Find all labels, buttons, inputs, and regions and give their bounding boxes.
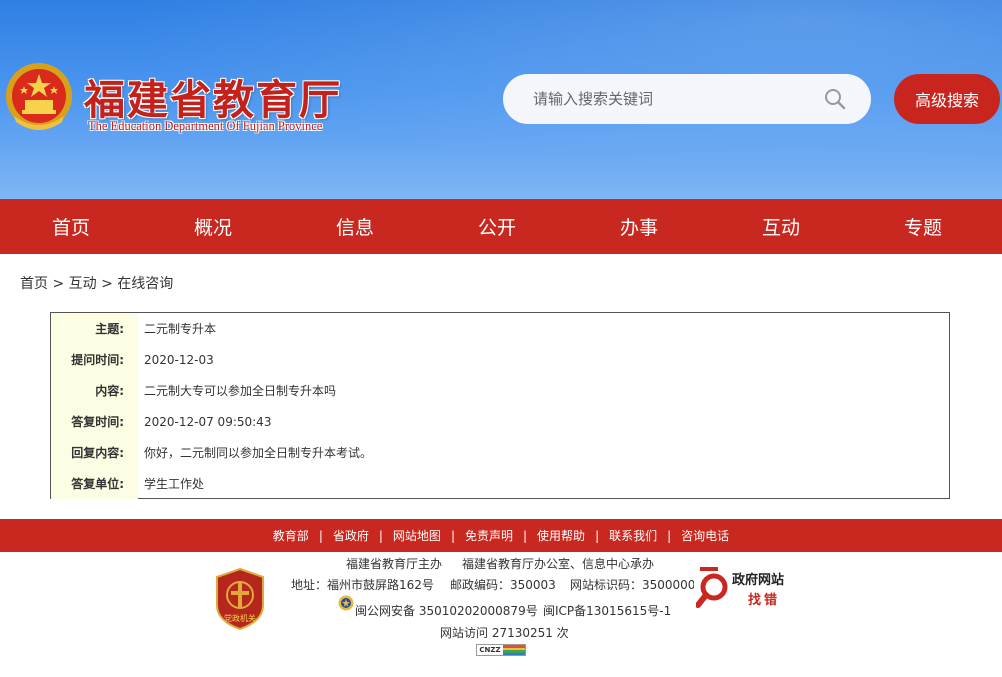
footer-postcode: 邮政编码：350003 <box>450 578 556 592</box>
row-label: 答复单位: <box>51 468 138 499</box>
row-value: 二元制大专可以参加全日制专升本吗 <box>144 384 337 398</box>
footer-sponsor: 福建省教育厅主办 <box>346 557 443 571</box>
footer-site-id: 网站标识码：3500000 <box>570 578 694 592</box>
row-label: 回复内容: <box>51 437 138 468</box>
site-subtitle: The Education Department Of Fujian Provi… <box>88 119 323 133</box>
nav-item-info[interactable]: 信息 <box>284 199 426 254</box>
footer-link-disclaimer[interactable]: 免责声明 <box>465 527 513 544</box>
nav-item-interaction[interactable]: 互动 <box>710 199 852 254</box>
footer-links: 教育部 | 省政府 | 网站地图 | 免责声明 | 使用帮助 | 联系我们 | … <box>0 519 1002 552</box>
footer-address: 地址：福州市鼓屏路162号 <box>291 578 434 592</box>
footer-link-help[interactable]: 使用帮助 <box>537 527 585 544</box>
table-row: 提问时间: 2020-12-03 <box>51 344 949 375</box>
row-value: 你好，二元制同以参加全日制专升本考试。 <box>144 446 373 460</box>
footer-separator: | <box>318 528 323 543</box>
site-header: 福建省教育厅 The Education Department Of Fujia… <box>0 0 1002 199</box>
search-box <box>503 74 871 124</box>
footer-police-record[interactable]: 闽公网安备 35010202000879号 <box>355 602 538 619</box>
footer-separator: | <box>667 528 672 543</box>
national-emblem-icon <box>6 63 72 130</box>
row-label: 提问时间: <box>51 344 138 375</box>
nav-item-topics[interactable]: 专题 <box>852 199 994 254</box>
footer-info: 党政机关 福建省教育厅主办 福建省教育厅办公室、信息中心承办 地址：福州市鼓屏路… <box>0 552 1002 677</box>
party-government-badge-icon[interactable]: 党政机关 <box>213 567 267 631</box>
badge-label: 党政机关 <box>224 613 256 623</box>
footer-link-province[interactable]: 省政府 <box>333 527 369 544</box>
search-input[interactable] <box>533 86 803 112</box>
table-row: 回复内容: 你好，二元制同以参加全日制专升本考试。 <box>51 437 949 468</box>
footer-separator: | <box>595 528 600 543</box>
row-value: 2020-12-03 <box>144 352 214 367</box>
row-label: 答复时间: <box>51 406 138 437</box>
cnzz-stats-badge[interactable]: CNZZ <box>476 644 526 656</box>
nav-item-home[interactable]: 首页 <box>0 199 142 254</box>
cnzz-label: CNZZ <box>479 646 501 654</box>
footer-icp-record[interactable]: 闽ICP备13015615号-1 <box>543 602 671 619</box>
row-label: 主题: <box>51 313 138 344</box>
magnifier-icon <box>696 567 728 608</box>
row-value: 二元制专升本 <box>144 322 217 336</box>
footer-organizer: 福建省教育厅办公室、信息中心承办 <box>462 557 655 571</box>
row-label: 内容: <box>51 375 138 406</box>
table-row: 答复时间: 2020-12-07 09:50:43 <box>51 406 949 437</box>
gov-error-subtitle: 找错 <box>748 593 781 608</box>
footer-separator: | <box>378 528 383 543</box>
row-value: 学生工作处 <box>144 477 205 491</box>
nav-item-overview[interactable]: 概况 <box>142 199 284 254</box>
gov-site-error-report[interactable]: 政府网站 找错 <box>696 565 796 611</box>
footer-link-sitemap[interactable]: 网站地图 <box>393 527 441 544</box>
footer-link-hotline[interactable]: 咨询电话 <box>681 527 729 544</box>
footer-link-contact[interactable]: 联系我们 <box>609 527 657 544</box>
row-value: 2020-12-07 09:50:43 <box>144 414 272 429</box>
footer-separator: | <box>450 528 455 543</box>
search-icon[interactable] <box>823 87 847 111</box>
table-row: 主题: 二元制专升本 <box>51 313 949 344</box>
nav-item-public[interactable]: 公开 <box>426 199 568 254</box>
table-row: 答复单位: 学生工作处 <box>51 468 949 499</box>
gov-error-title: 政府网站 <box>732 573 785 588</box>
main-nav: 首页 概况 信息 公开 办事 互动 专题 <box>0 199 1002 254</box>
footer-visits: 网站访问 27130251 次 <box>440 626 569 640</box>
footer-link-moe[interactable]: 教育部 <box>273 527 309 544</box>
consultation-detail: 主题: 二元制专升本 提问时间: 2020-12-03 内容: 二元制大专可以参… <box>50 312 950 499</box>
cnzz-bars <box>503 645 525 655</box>
site-title: 福建省教育厅 <box>84 76 342 124</box>
breadcrumb: 首页 > 互动 > 在线咨询 <box>20 276 174 292</box>
footer-separator: | <box>523 528 528 543</box>
police-badge-icon <box>338 595 354 611</box>
nav-item-services[interactable]: 办事 <box>568 199 710 254</box>
table-row: 内容: 二元制大专可以参加全日制专升本吗 <box>51 375 949 406</box>
advanced-search-button[interactable]: 高级搜索 <box>894 74 1000 124</box>
